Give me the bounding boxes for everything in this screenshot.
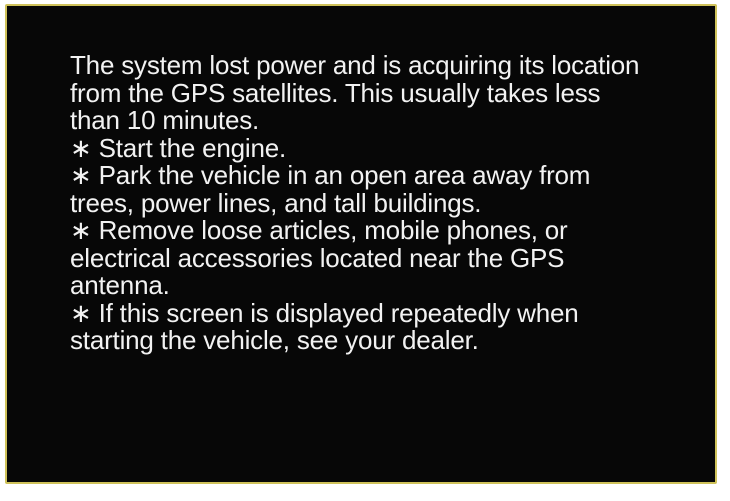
message-line: electrical accessories located near the … [70,242,565,273]
gps-warning-message: The system lost power and is acquiring i… [70,50,710,355]
instruction-see-dealer: ∗ If this screen is displayed repeatedly… [70,297,579,328]
message-line: The system lost power and is acquiring i… [70,50,640,80]
message-line: than 10 minutes. [70,105,260,135]
message-line: starting the vehicle, see your dealer. [70,325,479,355]
message-line: antenna. [70,270,170,300]
instruction-start-engine: ∗ Start the engine. [70,132,287,163]
instruction-remove-articles: ∗ Remove loose articles, mobile phones, … [70,215,568,245]
message-line: from the GPS satellites. This usually ta… [70,77,601,108]
gps-warning-screen: The system lost power and is acquiring i… [5,4,717,484]
message-line: trees, power lines, and tall buildings. [70,187,482,218]
instruction-park-vehicle: ∗ Park the vehicle in an open area away … [70,160,591,190]
